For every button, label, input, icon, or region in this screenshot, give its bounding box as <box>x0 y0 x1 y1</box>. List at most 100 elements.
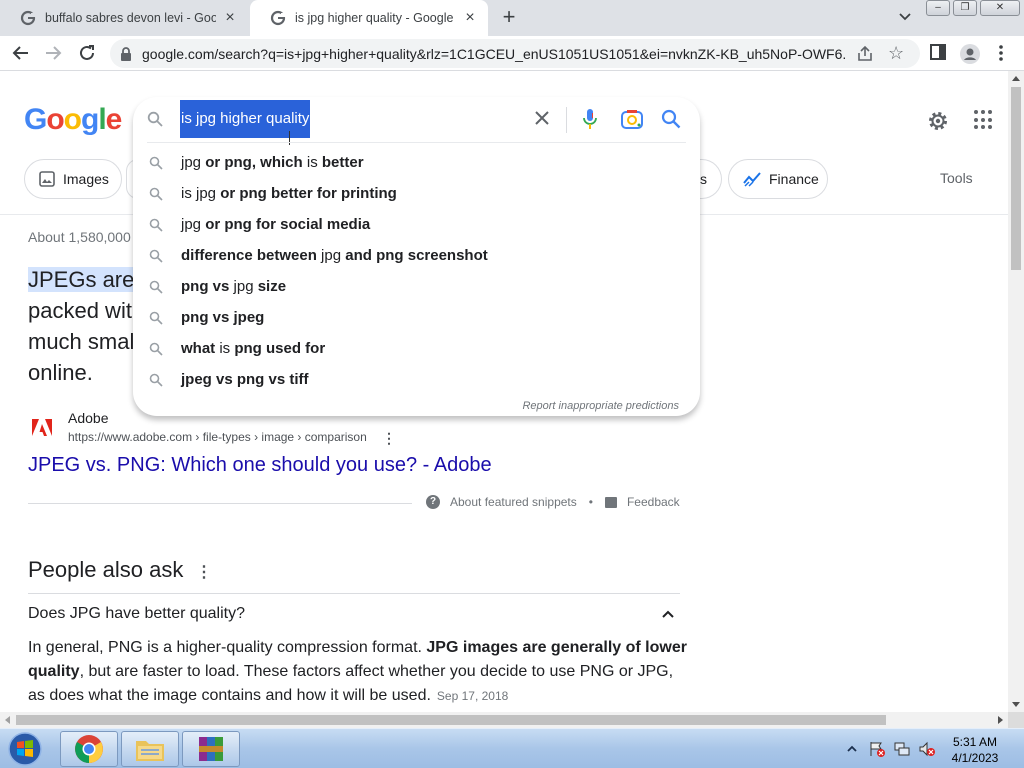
people-also-ask-title: People also ask <box>28 557 184 582</box>
source-url[interactable]: https://www.adobe.com › file-types › ima… <box>68 430 367 444</box>
google-lens-icon[interactable] <box>621 109 643 129</box>
suggestion-item[interactable]: jpg or png, which is better <box>133 147 700 178</box>
horizontal-scrollbar[interactable] <box>0 712 1008 728</box>
browser-toolbar: google.com/search?q=is+jpg+higher+qualit… <box>0 36 1024 71</box>
search-suggestions-dropdown: is jpg higher quality jpg or png, which … <box>133 97 700 416</box>
suggestion-fragment: jpeg vs png vs tiff <box>181 371 309 388</box>
scrollbar-thumb[interactable] <box>16 715 886 725</box>
divider <box>566 107 567 133</box>
suggestion-text: is jpg or png better for printing <box>181 185 397 202</box>
lock-icon[interactable] <box>120 47 132 61</box>
chip-finance[interactable]: Finance <box>728 159 828 199</box>
search-icon <box>149 156 163 170</box>
suggestion-fragment: difference between <box>181 247 322 264</box>
suggestion-fragment: and png screenshot <box>345 247 488 264</box>
divider <box>147 142 686 143</box>
feedback-icon <box>604 496 617 508</box>
network-icon[interactable] <box>893 741 911 757</box>
chip-label: Images <box>63 171 109 187</box>
finance-chart-icon <box>743 172 761 187</box>
result-title-link[interactable]: JPEG vs. PNG: Which one should you use? … <box>28 454 492 477</box>
microphone-icon[interactable] <box>583 108 597 130</box>
new-tab-button[interactable]: + <box>498 6 520 28</box>
paa-question[interactable]: Does JPG have better quality? <box>28 605 245 623</box>
tools-button[interactable]: Tools <box>940 170 973 186</box>
suggestion-fragment: jpg <box>233 278 258 295</box>
divider <box>28 503 412 504</box>
suggestion-item[interactable]: difference between jpg and png screensho… <box>133 240 700 271</box>
suggestion-item[interactable]: jpg or png for social media <box>133 209 700 240</box>
google-logo[interactable]: Google <box>24 103 122 137</box>
scrollbar-corner <box>1008 712 1024 728</box>
suggestion-item[interactable]: png vs jpeg <box>133 302 700 333</box>
volume-muted-icon[interactable] <box>918 741 936 757</box>
suggestion-text: jpeg vs png vs tiff <box>181 371 309 388</box>
back-button[interactable] <box>10 42 32 64</box>
report-predictions-link[interactable]: Report inappropriate predictions <box>522 400 679 412</box>
url-text: google.com/search?q=is+jpg+higher+qualit… <box>142 46 846 62</box>
tab-title: is jpg higher quality - Google Sea <box>295 11 456 25</box>
show-hidden-icons-arrow-icon[interactable] <box>843 741 861 757</box>
tab-close-icon[interactable]: × <box>222 10 238 26</box>
vertical-scrollbar[interactable] <box>1008 71 1024 712</box>
suggestion-fragment: png vs jpeg <box>181 309 265 326</box>
search-icon <box>149 280 163 294</box>
suggestion-item[interactable]: is jpg or png better for printing <box>133 178 700 209</box>
chevron-up-icon[interactable] <box>660 608 676 620</box>
tab-title: buffalo sabres devon levi - Googl <box>45 11 216 25</box>
tab-jpg-quality[interactable]: is jpg higher quality - Google Sea × <box>250 0 488 36</box>
taskbar-explorer[interactable] <box>121 731 179 767</box>
search-submit-icon[interactable] <box>661 109 681 129</box>
windows-start-button[interactable] <box>4 731 46 767</box>
suggestion-item[interactable]: jpeg vs png vs tiff <box>133 364 700 395</box>
side-panel-icon[interactable] <box>930 44 946 60</box>
search-icon <box>147 111 163 127</box>
google-apps-icon[interactable] <box>974 110 994 130</box>
forward-button[interactable] <box>42 42 64 64</box>
chrome-menu-icon[interactable] <box>998 44 1004 62</box>
tab-search-chevron-icon[interactable] <box>896 8 914 26</box>
settings-gear-icon[interactable] <box>926 109 950 133</box>
search-icon <box>149 187 163 201</box>
reload-button[interactable] <box>76 42 98 64</box>
scroll-left-arrow-icon[interactable] <box>5 716 10 724</box>
profile-avatar-icon[interactable] <box>960 44 980 64</box>
restore-button[interactable]: ❐ <box>953 0 977 16</box>
tab-buffalo-sabres[interactable]: buffalo sabres devon levi - Googl × <box>0 0 248 36</box>
suggestion-fragment: better <box>321 154 364 171</box>
about-featured-snippets-link[interactable]: About featured snippets <box>450 495 577 509</box>
minimize-button[interactable]: ‒ <box>926 0 950 16</box>
bookmark-star-icon[interactable]: ☆ <box>888 43 904 64</box>
suggestion-item[interactable]: png vs jpg size <box>133 271 700 302</box>
chip-label: s <box>700 171 707 187</box>
suggestion-item[interactable]: what is png used for <box>133 333 700 364</box>
scrollbar-thumb[interactable] <box>1011 87 1021 270</box>
more-options-icon[interactable]: ⋮ <box>382 430 396 447</box>
suggestion-fragment: is <box>219 340 235 357</box>
scroll-down-arrow-icon[interactable] <box>1012 702 1020 707</box>
scroll-right-arrow-icon[interactable] <box>998 716 1003 724</box>
search-icon <box>149 218 163 232</box>
back-arrow-icon <box>12 46 28 60</box>
address-bar[interactable]: google.com/search?q=is+jpg+higher+qualit… <box>110 39 920 68</box>
snippet-line: online. <box>28 360 93 385</box>
tab-close-icon[interactable]: × <box>462 10 478 26</box>
windows-taskbar: 5:31 AM 4/1/2023 <box>0 728 1024 768</box>
clear-search-icon[interactable] <box>533 109 551 127</box>
scroll-up-arrow-icon[interactable] <box>1012 76 1020 81</box>
system-tray <box>843 733 943 765</box>
taskbar-chrome[interactable] <box>60 731 118 767</box>
paa-answer: In general, PNG is a higher-quality comp… <box>28 636 688 708</box>
feedback-link[interactable]: Feedback <box>627 495 680 509</box>
forward-arrow-icon <box>46 46 62 60</box>
chip-images[interactable]: Images <box>24 159 122 199</box>
suggestion-fragment: or png for social media <box>205 216 371 233</box>
source-name[interactable]: Adobe <box>68 410 108 426</box>
close-window-button[interactable]: ✕ <box>980 0 1020 16</box>
action-center-flag-icon[interactable] <box>868 741 886 757</box>
taskbar-winrar[interactable] <box>182 731 240 767</box>
reload-icon <box>80 45 94 60</box>
more-options-icon[interactable]: ⋮ <box>196 562 212 582</box>
taskbar-clock[interactable]: 5:31 AM 4/1/2023 <box>940 734 1010 766</box>
share-icon[interactable] <box>856 45 874 63</box>
